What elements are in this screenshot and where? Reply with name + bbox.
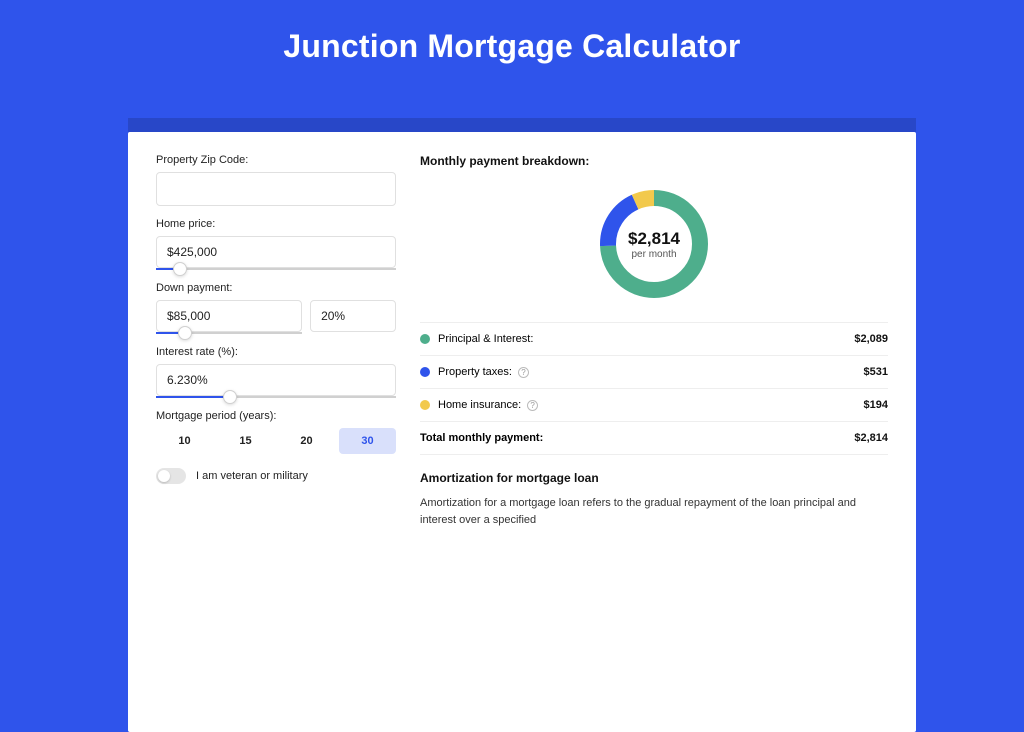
period-field: Mortgage period (years): 10152030 xyxy=(156,410,396,454)
home-price-slider-thumb[interactable] xyxy=(173,262,187,276)
period-label: Mortgage period (years): xyxy=(156,410,396,422)
legend-label-text: Home insurance: xyxy=(438,399,521,411)
down-payment-pct-input[interactable] xyxy=(310,300,396,332)
period-options: 10152030 xyxy=(156,428,396,454)
down-payment-label: Down payment: xyxy=(156,282,396,294)
period-btn-15[interactable]: 15 xyxy=(217,428,274,454)
down-payment-slider-thumb[interactable] xyxy=(178,326,192,340)
period-btn-20[interactable]: 20 xyxy=(278,428,335,454)
legend-total-value: $2,814 xyxy=(854,432,888,444)
legend-row: Principal & Interest: $2,089 xyxy=(420,323,888,356)
interest-slider-fill xyxy=(156,396,230,398)
interest-slider-thumb[interactable] xyxy=(223,390,237,404)
page-title: Junction Mortgage Calculator xyxy=(0,0,1024,65)
period-btn-10[interactable]: 10 xyxy=(156,428,213,454)
down-payment-field: Down payment: xyxy=(156,282,396,334)
down-payment-amount-input[interactable] xyxy=(156,300,302,332)
breakdown-column: Monthly payment breakdown: $2,814 per mo… xyxy=(420,154,888,528)
legend-label: Home insurance:? xyxy=(438,399,864,411)
legend-label: Principal & Interest: xyxy=(438,333,854,345)
legend-label: Property taxes:? xyxy=(438,366,864,378)
veteran-row: I am veteran or military xyxy=(156,468,396,484)
legend-total-row: Total monthly payment:$2,814 xyxy=(420,422,888,455)
donut-chart-wrap: $2,814 per month xyxy=(420,184,888,304)
info-icon[interactable]: ? xyxy=(527,400,538,411)
home-price-field: Home price: xyxy=(156,218,396,270)
veteran-toggle-knob xyxy=(158,470,170,482)
breakdown-legend: Principal & Interest: $2,089 Property taxe… xyxy=(420,322,888,455)
home-price-input[interactable] xyxy=(156,236,396,268)
legend-row: Property taxes:?$531 xyxy=(420,356,888,389)
legend-label-text: Property taxes: xyxy=(438,366,512,378)
zip-field: Property Zip Code: xyxy=(156,154,396,206)
calculator-card: Property Zip Code: Home price: Down paym… xyxy=(128,132,916,732)
period-btn-30[interactable]: 30 xyxy=(339,428,396,454)
veteran-label: I am veteran or military xyxy=(196,470,308,482)
amortization-title: Amortization for mortgage loan xyxy=(420,471,888,485)
legend-row: Home insurance:?$194 xyxy=(420,389,888,422)
donut-center: $2,814 per month xyxy=(594,184,714,304)
down-payment-slider[interactable] xyxy=(156,332,302,334)
breakdown-title: Monthly payment breakdown: xyxy=(420,154,888,168)
legend-dot xyxy=(420,400,430,410)
legend-dot xyxy=(420,334,430,344)
veteran-toggle[interactable] xyxy=(156,468,186,484)
zip-label: Property Zip Code: xyxy=(156,154,396,166)
form-column: Property Zip Code: Home price: Down paym… xyxy=(156,154,396,528)
legend-total-label: Total monthly payment: xyxy=(420,432,854,444)
legend-dot xyxy=(420,367,430,377)
legend-value: $194 xyxy=(864,399,888,411)
home-price-slider[interactable] xyxy=(156,268,396,270)
interest-label: Interest rate (%): xyxy=(156,346,396,358)
info-icon[interactable]: ? xyxy=(518,367,529,378)
home-price-label: Home price: xyxy=(156,218,396,230)
donut-chart: $2,814 per month xyxy=(594,184,714,304)
donut-amount: $2,814 xyxy=(628,229,680,249)
donut-sublabel: per month xyxy=(631,249,676,260)
zip-input[interactable] xyxy=(156,172,396,206)
legend-value: $531 xyxy=(864,366,888,378)
interest-field: Interest rate (%): xyxy=(156,346,396,398)
card-shadow xyxy=(128,118,916,132)
interest-slider[interactable] xyxy=(156,396,396,398)
legend-label-text: Principal & Interest: xyxy=(438,333,533,345)
interest-input[interactable] xyxy=(156,364,396,396)
legend-value: $2,089 xyxy=(854,333,888,345)
